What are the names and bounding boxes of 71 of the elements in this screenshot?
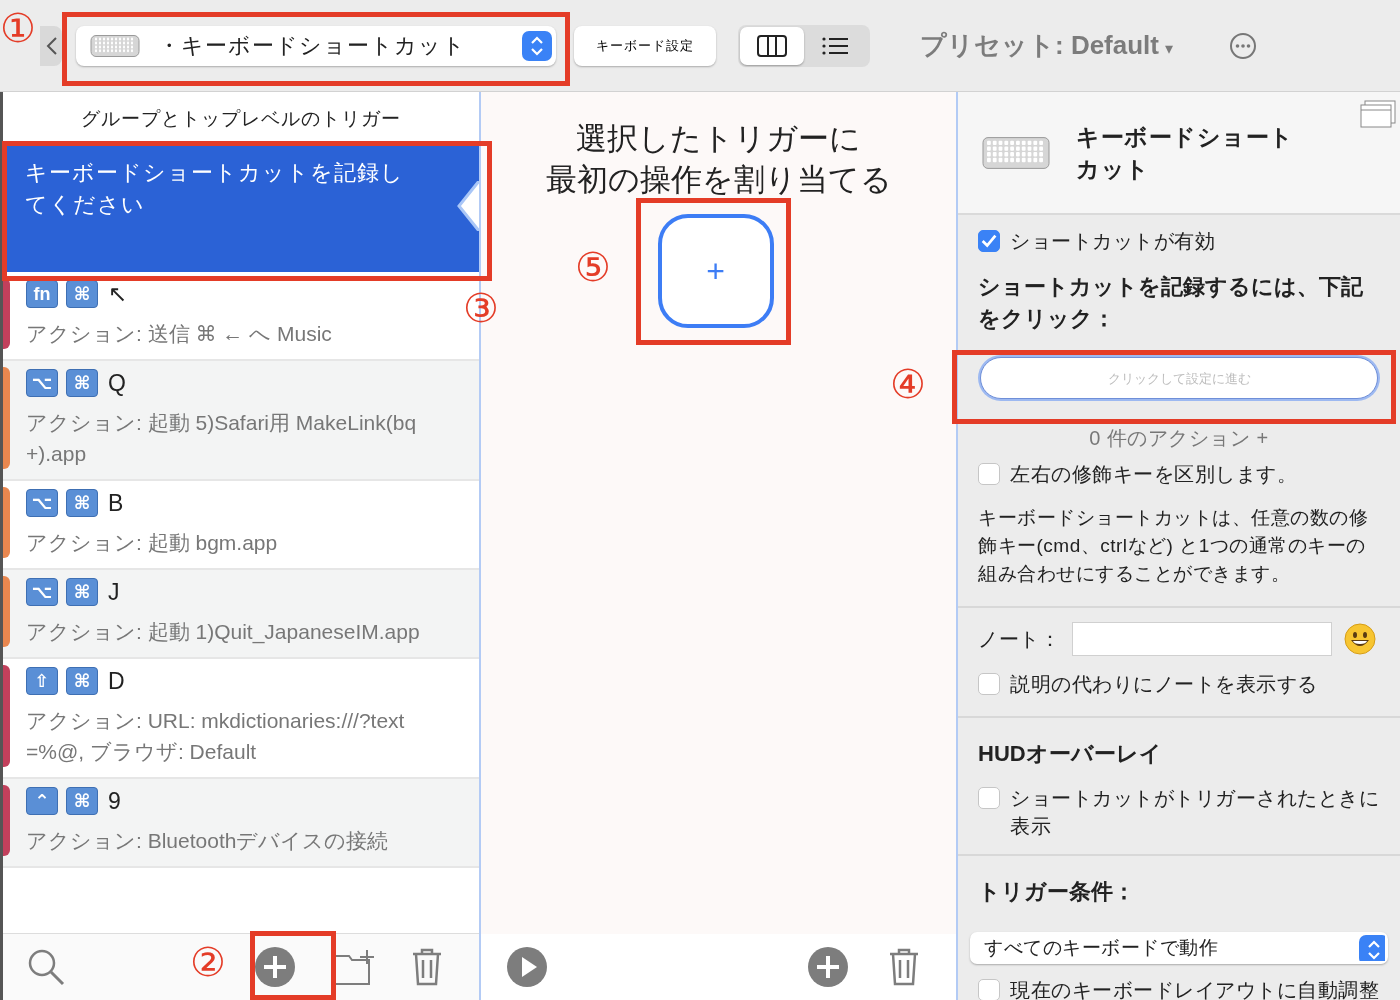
- action-description: アクション: 起動 bgm.app: [26, 530, 279, 556]
- folder-add-icon[interactable]: [333, 948, 377, 986]
- modifier-key: ⌘: [66, 667, 98, 695]
- key-label: Q: [108, 369, 126, 397]
- checkbox-label: ショートカットが有効: [1010, 229, 1215, 254]
- modifier-key: ⌥: [26, 489, 58, 517]
- key-label: 9: [108, 787, 121, 815]
- action-description: アクション: 起動 1)Quit_JapaneseIM.app: [26, 619, 421, 646]
- trigger-type-dropdown[interactable]: ・キーボードショートカット: [76, 25, 556, 66]
- section-heading: ショートカットを記録するには、下記をクリック：: [978, 273, 1364, 333]
- modifier-key: ⌘: [66, 489, 98, 517]
- more-icon[interactable]: [1229, 31, 1258, 60]
- checkbox[interactable]: [978, 979, 1000, 1000]
- add-icon[interactable]: [255, 947, 295, 987]
- action-description: アクション: Bluetoothデバイスの接続: [26, 828, 390, 854]
- checkbox-label: 現在のキーボードレイアウトに自動調整: [1010, 978, 1379, 1000]
- key-label: ↖: [108, 280, 128, 308]
- modifier-key: ⌃: [26, 787, 58, 815]
- description-text: キーボードショートカットは、任意の数の修飾キー(cmd、ctrlなど) と1つの通常のキーの組み合わせにすることができます。: [978, 506, 1369, 586]
- trigger-row[interactable]: ⌥ ⌘ Q アクション: 起動 5)Safari用 MakeLink(bq+).app: [3, 361, 479, 481]
- key-label: D: [108, 667, 125, 695]
- modifier-key: fn: [26, 280, 58, 308]
- modifier-key: ⌥: [26, 578, 58, 606]
- back-button[interactable]: [40, 25, 62, 66]
- action-description: アクション: URL: mkdictionaries:///?text=%@, ブラウザ: Default: [26, 708, 406, 765]
- modifier-key: ⌘: [66, 787, 98, 815]
- note-field[interactable]: [1072, 622, 1332, 656]
- stepper-icon: [522, 30, 552, 61]
- section-heading: HUDオーバーレイ: [978, 740, 1163, 768]
- modifier-key: ⌘: [66, 280, 98, 308]
- play-icon[interactable]: [507, 947, 547, 987]
- add-icon[interactable]: [808, 947, 848, 987]
- note-label: ノート：: [978, 626, 1060, 652]
- pane-title: 選択したトリガーに: [576, 120, 861, 158]
- checkbox-label: 左右の修飾キーを区別します。: [1010, 462, 1297, 487]
- add-action-button[interactable]: +: [657, 214, 774, 328]
- keyboard-select[interactable]: すべてのキーボードで動作: [970, 932, 1388, 964]
- step-marker: ②: [190, 942, 226, 982]
- checkbox[interactable]: [978, 463, 1000, 485]
- smiley-icon[interactable]: [1344, 623, 1376, 655]
- trash-icon[interactable]: [411, 948, 443, 986]
- action-description: アクション: 起動 5)Safari用 MakeLink(bq+).app: [26, 410, 418, 467]
- modifier-key: ⌥: [26, 369, 58, 397]
- stepper-icon: [1359, 935, 1385, 961]
- checkbox[interactable]: [978, 787, 1000, 809]
- modifier-key: ⌘: [66, 578, 98, 606]
- checkbox-label: ショートカットがトリガーされたときに表示: [1010, 786, 1380, 839]
- keyboard-settings-button[interactable]: キーボード設定: [574, 25, 716, 66]
- modifier-key: ⌘: [66, 369, 98, 397]
- inspector-title: キーボードショートカット: [1076, 122, 1295, 184]
- columns-icon: [756, 33, 788, 58]
- modifier-key: ⇧: [26, 667, 58, 695]
- step-marker: ④: [890, 364, 926, 404]
- pane-title: 最初の操作を割り当てる: [545, 161, 892, 199]
- key-label: J: [108, 578, 120, 606]
- checkbox[interactable]: [978, 673, 1000, 695]
- search-icon[interactable]: [27, 948, 65, 986]
- checkbox-label: 説明の代わりにノートを表示する: [1010, 672, 1318, 697]
- action-count: 0 件のアクション +: [1088, 426, 1270, 451]
- list-header: グループとトップレベルのトリガー: [80, 106, 402, 131]
- trigger-row[interactable]: ⌃ ⌘ 9 アクション: Bluetoothデバイスの接続: [3, 779, 479, 868]
- trash-icon[interactable]: [888, 948, 920, 986]
- checkbox[interactable]: [978, 230, 1000, 252]
- step-marker: ①: [0, 8, 36, 48]
- view-mode-button[interactable]: [740, 26, 804, 65]
- step-marker: ⑤: [575, 247, 611, 287]
- action-description: アクション: 送信 ⌘ ← へ Music: [26, 321, 333, 347]
- section-heading: トリガー条件：: [978, 878, 1136, 906]
- trigger-row[interactable]: ⌥ ⌘ J アクション: 起動 1)Quit_JapaneseIM.app: [3, 570, 479, 659]
- key-label: B: [108, 489, 124, 517]
- preset-menu[interactable]: プリセット: Default ▾: [920, 28, 1174, 63]
